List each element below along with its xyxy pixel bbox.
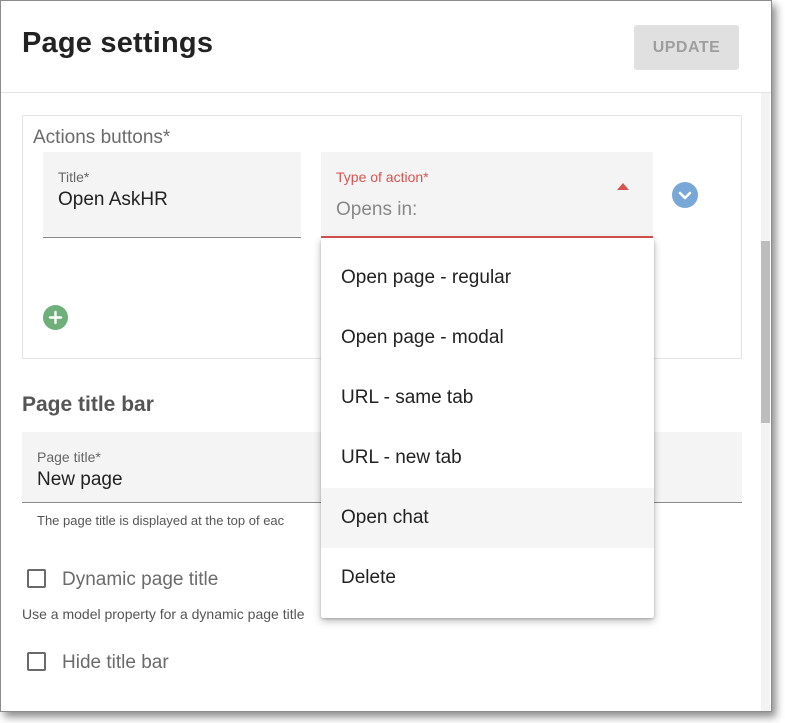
menu-item-open-page-regular[interactable]: Open page - regular: [321, 248, 654, 308]
page-title-value: New page: [37, 469, 123, 490]
plus-icon-svg: [48, 310, 63, 325]
action-title-field[interactable]: Title* Open AskHR: [43, 152, 301, 238]
dynamic-page-title-helper-text: Use a model property for a dynamic page …: [22, 606, 305, 622]
menu-item-open-page-modal[interactable]: Open page - modal: [321, 308, 654, 368]
scrollbar-thumb[interactable]: [761, 241, 770, 423]
chevron-down-icon-svg: [678, 191, 692, 200]
dialog-title: Page settings: [22, 27, 214, 59]
hide-title-bar-label[interactable]: Hide title bar: [62, 652, 169, 674]
page-settings-dialog: Page settings UPDATE Actions buttons* Ti…: [0, 0, 772, 712]
plus-icon[interactable]: [43, 305, 68, 330]
page-title-label: Page title*: [37, 449, 101, 465]
update-button[interactable]: UPDATE: [634, 25, 739, 70]
menu-item-url-new-tab[interactable]: URL - new tab: [321, 428, 654, 488]
hide-title-bar-checkbox[interactable]: [27, 652, 46, 671]
action-title-label: Title*: [58, 169, 90, 185]
dialog-header: Page settings UPDATE: [1, 1, 771, 93]
actions-buttons-label: Actions buttons*: [33, 127, 171, 148]
chevron-down-icon[interactable]: [672, 182, 698, 208]
dynamic-page-title-label[interactable]: Dynamic page title: [62, 569, 218, 591]
action-title-value: Open AskHR: [58, 189, 168, 210]
caret-up-icon[interactable]: [617, 183, 629, 190]
menu-item-open-chat[interactable]: Open chat: [321, 488, 654, 548]
type-of-action-select[interactable]: Type of action* Opens in:: [321, 152, 653, 238]
type-of-action-placeholder: Opens in:: [336, 199, 418, 220]
dynamic-page-title-checkbox[interactable]: [27, 569, 46, 588]
menu-item-delete[interactable]: Delete: [321, 548, 654, 608]
page-title-helper-text: The page title is displayed at the top o…: [37, 513, 285, 528]
menu-item-url-same-tab[interactable]: URL - same tab: [321, 368, 654, 428]
type-of-action-label: Type of action*: [336, 169, 429, 185]
type-of-action-dropdown-menu: Open page - regular Open page - modal UR…: [321, 238, 654, 618]
page-title-bar-heading: Page title bar: [22, 393, 154, 416]
